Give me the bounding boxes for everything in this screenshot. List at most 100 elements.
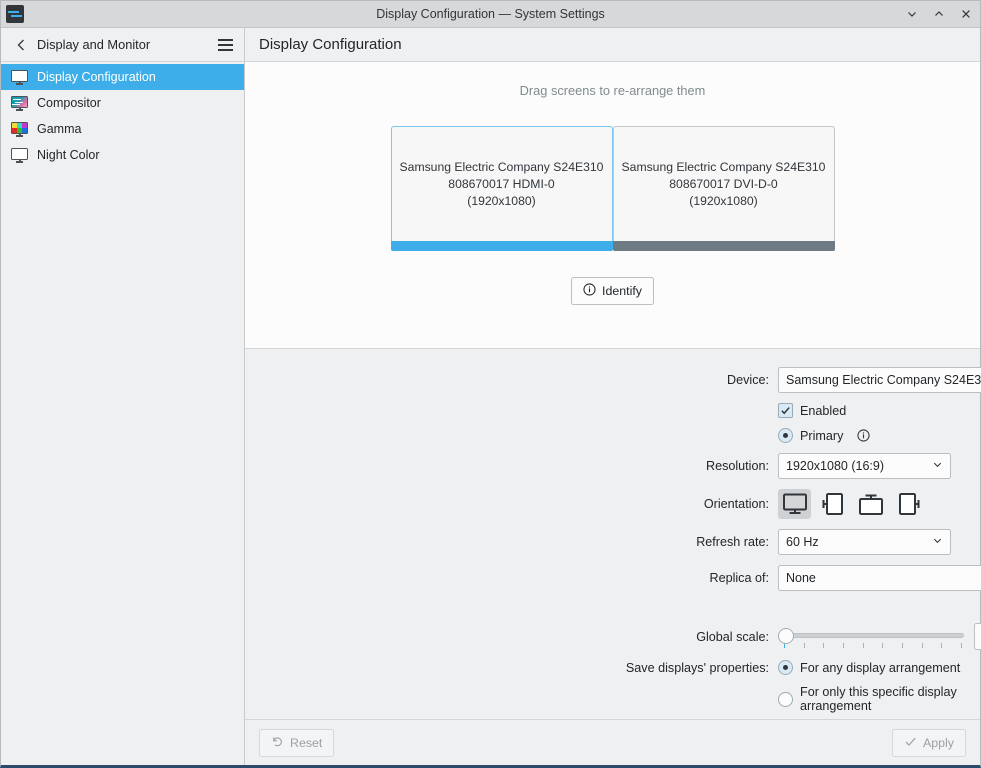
screen-name-line-2: 808670017 DVI-D-0 xyxy=(669,176,778,191)
device-select-value: Samsung Electric Company S24E310 80867 xyxy=(786,373,981,387)
orientation-portrait-left-button[interactable] xyxy=(816,489,849,519)
replica-of-select[interactable]: None xyxy=(778,565,981,591)
screen-name-line-2: 808670017 HDMI-0 xyxy=(448,176,555,191)
resolution-label: Resolution: xyxy=(705,459,769,473)
primary-row: Primary xyxy=(245,428,980,443)
window-controls xyxy=(905,4,973,24)
screens-container: Samsung Electric Company S24E310 8086700… xyxy=(390,126,835,251)
save-any-arrangement-label: For any display arrangement xyxy=(800,660,961,675)
sidebar-item-compositor[interactable]: Compositor xyxy=(1,90,244,116)
sidebar-item-night-color[interactable]: Night Color xyxy=(1,142,244,168)
global-scale-label: Global scale: xyxy=(696,629,769,644)
screen-resolution-line: (1920x1080) xyxy=(689,193,758,208)
refresh-rate-select[interactable]: 60 Hz xyxy=(778,529,951,555)
maximize-button[interactable] xyxy=(932,4,946,24)
screen-resolution-line: (1920x1080) xyxy=(467,193,536,208)
info-icon xyxy=(583,283,596,299)
reset-button[interactable]: Reset xyxy=(259,728,335,757)
apply-button-label: Apply xyxy=(923,735,954,750)
sidebar-item-label: Gamma xyxy=(37,122,82,136)
replica-of-label: Replica of: xyxy=(709,571,769,585)
replica-of-row: Replica of: None xyxy=(245,565,981,591)
slider-ticks xyxy=(784,642,962,648)
sidebar-list: Display Configuration Compositor Gamma N… xyxy=(1,62,244,168)
save-any-arrangement-radio[interactable] xyxy=(778,660,793,675)
window-body: Display and Monitor Display Configuratio… xyxy=(1,28,981,765)
back-button[interactable] xyxy=(11,34,31,56)
global-scale-spinbox[interactable]: 100% xyxy=(974,623,981,650)
screen-name-line-1: Samsung Electric Company S24E310 xyxy=(399,159,604,174)
save-properties-row-2: For only this specific display arrangeme… xyxy=(245,685,980,713)
monitor-gamma-icon xyxy=(11,121,28,137)
save-specific-arrangement-label: For only this specific display arrangeme… xyxy=(800,685,957,713)
replica-of-select-value: None xyxy=(786,571,816,585)
screen-arrangement-area: Drag screens to re-arrange them Samsung … xyxy=(245,62,980,349)
monitor-icon xyxy=(11,69,28,85)
refresh-rate-label: Refresh rate: xyxy=(696,535,769,549)
page-title: Display Configuration xyxy=(259,36,402,53)
save-specific-arrangement-radio[interactable] xyxy=(778,691,793,707)
close-button[interactable] xyxy=(959,4,973,24)
title-bar: Display Configuration — System Settings xyxy=(1,1,980,28)
refresh-rate-row: Refresh rate: 60 Hz xyxy=(245,529,980,555)
enabled-checkbox[interactable] xyxy=(778,403,793,418)
sidebar-breadcrumb: Display and Monitor xyxy=(37,37,151,52)
pane-content: Drag screens to re-arrange them Samsung … xyxy=(245,62,981,765)
enabled-label: Enabled xyxy=(800,403,847,418)
primary-label: Primary xyxy=(800,428,844,443)
slider-track xyxy=(782,632,964,638)
display-settings-form: Device: Samsung Electric Company S24E310… xyxy=(245,349,981,719)
pane-header: Display Configuration xyxy=(245,28,980,62)
chevron-down-icon xyxy=(932,535,943,549)
sidebar-item-label: Compositor xyxy=(37,96,101,110)
device-select[interactable]: Samsung Electric Company S24E310 80867 xyxy=(778,367,981,393)
enabled-row: Enabled xyxy=(245,403,980,418)
monitor-compositor-icon xyxy=(11,95,28,111)
resolution-select[interactable]: 1920x1080 (16:9) xyxy=(778,453,951,479)
save-properties-label: Save displays' properties: xyxy=(625,660,769,675)
system-settings-icon xyxy=(6,5,24,23)
main-pane: Display Configuration Drag screens to re… xyxy=(245,28,981,765)
global-scale-slider[interactable] xyxy=(778,624,964,650)
identify-button[interactable]: Identify xyxy=(571,277,654,305)
primary-radio[interactable] xyxy=(778,428,793,443)
sidebar-item-gamma[interactable]: Gamma xyxy=(1,116,244,142)
check-icon xyxy=(904,735,917,751)
identify-button-label: Identify xyxy=(602,284,642,298)
monitor-night-color-icon xyxy=(11,147,28,163)
identify-button-wrapper: Identify xyxy=(571,277,654,305)
resolution-row: Resolution: 1920x1080 (16:9) xyxy=(245,453,980,479)
chevron-down-icon xyxy=(932,459,943,473)
sidebar: Display and Monitor Display Configuratio… xyxy=(1,28,245,765)
screen-thumbnail-hdmi-0[interactable]: Samsung Electric Company S24E310 8086700… xyxy=(390,126,613,251)
orientation-landscape-flipped-button[interactable] xyxy=(854,489,887,519)
window-title: Display Configuration — System Settings xyxy=(376,7,605,21)
screen-name-line-1: Samsung Electric Company S24E310 xyxy=(621,159,826,174)
refresh-rate-select-value: 60 Hz xyxy=(786,535,819,549)
resolution-select-value: 1920x1080 (16:9) xyxy=(786,459,884,473)
undo-icon xyxy=(271,735,284,751)
minimize-button[interactable] xyxy=(905,4,919,24)
orientation-label: Orientation: xyxy=(703,497,769,511)
slider-handle[interactable] xyxy=(778,627,794,644)
system-settings-window: Display Configuration — System Settings … xyxy=(0,0,981,768)
save-properties-row: Save displays' properties: For any displ… xyxy=(245,660,980,675)
sidebar-item-label: Display Configuration xyxy=(37,70,156,84)
device-label: Device: xyxy=(727,373,769,387)
reset-button-label: Reset xyxy=(290,735,323,750)
screen-status-bar xyxy=(612,241,835,251)
sidebar-item-label: Night Color xyxy=(37,148,100,162)
orientation-landscape-button[interactable] xyxy=(778,489,811,519)
orientation-row: Orientation: xyxy=(245,489,980,519)
screen-status-bar xyxy=(390,241,613,251)
global-scale-row: Global scale: 100% xyxy=(245,623,981,650)
info-icon[interactable] xyxy=(857,429,870,442)
footer-bar: Reset Apply xyxy=(245,719,980,765)
device-row: Device: Samsung Electric Company S24E310… xyxy=(245,367,981,393)
apply-button[interactable]: Apply xyxy=(892,728,966,757)
hamburger-menu-icon[interactable] xyxy=(214,34,236,56)
sidebar-header: Display and Monitor xyxy=(1,28,244,62)
sidebar-item-display-configuration[interactable]: Display Configuration xyxy=(1,64,244,90)
orientation-portrait-right-button[interactable] xyxy=(892,489,925,519)
screen-thumbnail-dvi-d-0[interactable]: Samsung Electric Company S24E310 8086700… xyxy=(612,126,835,251)
